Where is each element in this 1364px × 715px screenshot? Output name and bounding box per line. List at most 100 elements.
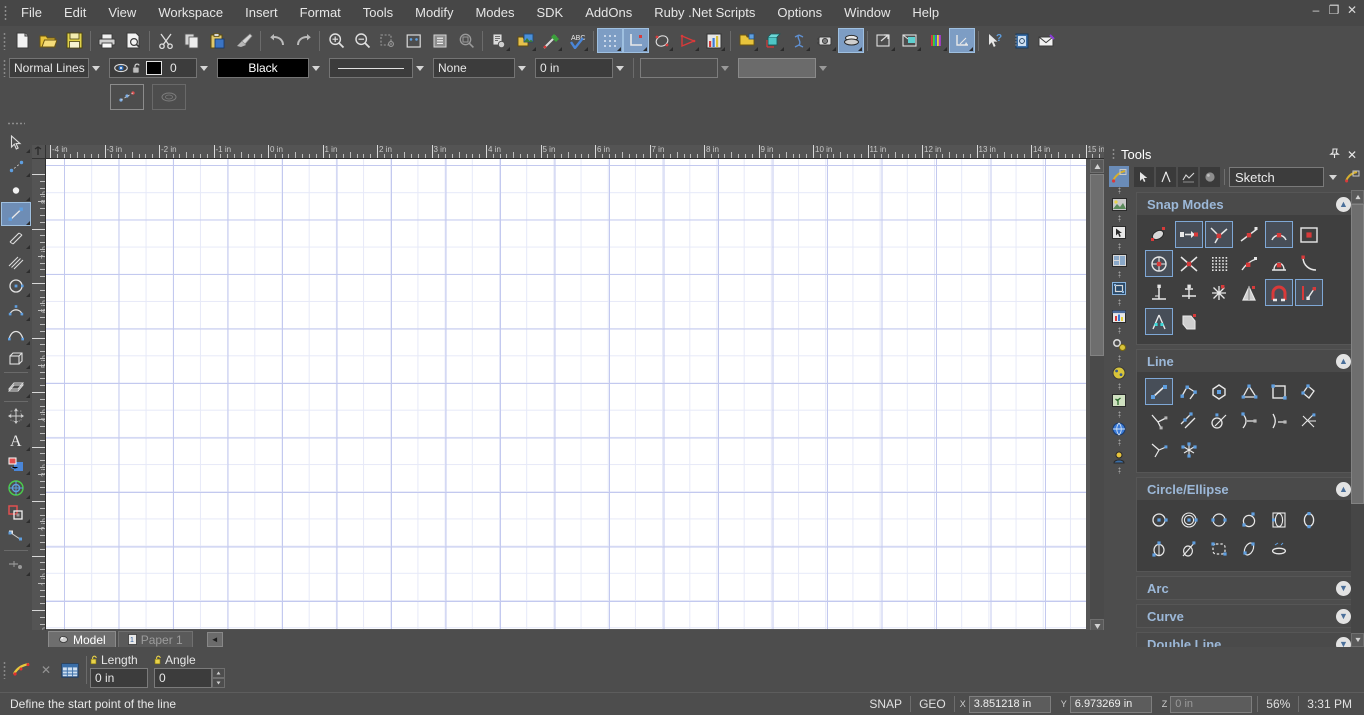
menu-addons[interactable]: AddOns bbox=[574, 2, 643, 24]
zoom-extents-icon[interactable] bbox=[401, 28, 427, 53]
line-triangle-icon[interactable] bbox=[1235, 378, 1263, 405]
circle-three-point-icon[interactable] bbox=[1235, 506, 1263, 533]
section-snap-modes-header[interactable]: Snap Modes ▲ bbox=[1137, 193, 1357, 215]
dropdown-corner-marker[interactable] bbox=[891, 47, 895, 51]
tools-settings-icon[interactable] bbox=[1342, 167, 1362, 187]
ellipse-flat-icon[interactable] bbox=[1265, 535, 1293, 562]
palette-icon[interactable] bbox=[923, 28, 949, 53]
dropdown-corner-marker[interactable] bbox=[558, 47, 562, 51]
zoom-level[interactable]: 56% bbox=[1258, 697, 1298, 711]
rail-architect[interactable] bbox=[1109, 446, 1129, 467]
ruler-origin-corner[interactable] bbox=[32, 145, 46, 159]
menu-ruby-net-scripts[interactable]: Ruby .Net Scripts bbox=[643, 2, 766, 24]
table-icon[interactable] bbox=[57, 657, 83, 683]
zoom-window-icon[interactable] bbox=[375, 28, 401, 53]
snap-nearest-icon[interactable] bbox=[1235, 250, 1263, 277]
shading-button[interactable] bbox=[152, 84, 186, 110]
line-style-combo[interactable] bbox=[329, 58, 413, 78]
canvas-vertical-scrollbar[interactable] bbox=[1090, 159, 1104, 633]
paste-icon[interactable] bbox=[205, 28, 231, 53]
copy-properties-icon[interactable] bbox=[486, 28, 512, 53]
length-field[interactable]: 0 in bbox=[90, 668, 148, 688]
new-icon[interactable] bbox=[9, 28, 35, 53]
zoom-in-icon[interactable] bbox=[323, 28, 349, 53]
flyout-corner-marker[interactable] bbox=[26, 543, 30, 547]
snap-center-icon[interactable] bbox=[1265, 221, 1293, 248]
flyout-corner-marker[interactable] bbox=[26, 365, 30, 369]
rail-landscape[interactable] bbox=[1109, 390, 1129, 411]
snap-midpoint-icon[interactable] bbox=[1235, 221, 1263, 248]
dropdown-corner-marker[interactable] bbox=[584, 47, 588, 51]
folder-open-icon[interactable] bbox=[734, 28, 760, 53]
dropdown-corner-marker[interactable] bbox=[695, 47, 699, 51]
tab-paper-1[interactable]: 1 Paper 1 bbox=[117, 631, 193, 647]
horizontal-ruler[interactable]: -4 in -3 in -2 in -1 in 0 in 1 in 2 in 3 in 4 in… bbox=[46, 145, 1104, 159]
dropdown-corner-marker[interactable] bbox=[943, 47, 947, 51]
tools-scroll-down[interactable] bbox=[1351, 633, 1364, 647]
line-tool[interactable] bbox=[1, 202, 31, 226]
point-tool[interactable] bbox=[1, 154, 31, 178]
spell-check-icon[interactable]: ABC bbox=[564, 28, 590, 53]
circle-two-point-icon[interactable] bbox=[1205, 506, 1233, 533]
box-tool[interactable] bbox=[1, 346, 31, 370]
select-mode-icon[interactable] bbox=[675, 28, 701, 53]
export-icon[interactable] bbox=[871, 28, 897, 53]
z-coordinate[interactable]: 0 in bbox=[1170, 695, 1253, 713]
line-radial-icon[interactable] bbox=[1175, 436, 1203, 463]
style-combo[interactable] bbox=[640, 58, 718, 78]
double-line-tool[interactable] bbox=[1, 226, 31, 250]
menu-file[interactable]: File bbox=[10, 2, 53, 24]
fill-combo[interactable] bbox=[738, 58, 816, 78]
tab-scroll-left-button[interactable]: ◄ bbox=[206, 632, 223, 647]
line-width-combo-arrow[interactable] bbox=[613, 58, 627, 78]
circle-tool[interactable] bbox=[1, 274, 31, 298]
notebook-icon[interactable] bbox=[1008, 28, 1034, 53]
coordinate-entry-icon[interactable] bbox=[9, 657, 35, 683]
menu-view[interactable]: View bbox=[97, 2, 147, 24]
circle-center-radius-icon[interactable] bbox=[1145, 506, 1173, 533]
flyout-corner-marker[interactable] bbox=[26, 341, 30, 345]
x-coordinate[interactable]: 3.851218 in bbox=[968, 695, 1051, 713]
style-combo-arrow[interactable] bbox=[718, 58, 732, 78]
chevron-down-icon[interactable]: ▼ bbox=[1336, 580, 1351, 596]
ellipse-icon[interactable] bbox=[1295, 506, 1323, 533]
tab-model[interactable]: Model bbox=[48, 631, 116, 647]
menu-sdk[interactable]: SDK bbox=[525, 2, 574, 24]
input-bar-grip[interactable] bbox=[0, 658, 9, 683]
dropdown-corner-marker[interactable] bbox=[806, 47, 810, 51]
flyout-corner-marker[interactable] bbox=[26, 269, 30, 273]
flyout-corner-marker[interactable] bbox=[26, 572, 30, 576]
color-combo-arrow[interactable] bbox=[309, 58, 323, 78]
polyline-icon[interactable] bbox=[1178, 167, 1198, 187]
multi-line-tool[interactable] bbox=[1, 250, 31, 274]
cut-icon[interactable] bbox=[153, 28, 179, 53]
save-icon[interactable] bbox=[61, 28, 87, 53]
dimension-tool[interactable] bbox=[1, 476, 31, 500]
line-parallel-icon[interactable] bbox=[1175, 407, 1203, 434]
zoom-previous-icon[interactable] bbox=[453, 28, 479, 53]
constraint-tool[interactable] bbox=[1, 524, 31, 548]
pen-index-combo-arrow[interactable] bbox=[197, 58, 211, 78]
snap-bounding-box-icon[interactable] bbox=[1295, 221, 1323, 248]
chevron-up-icon[interactable]: ▲ bbox=[1336, 481, 1351, 497]
rail-select[interactable] bbox=[1109, 222, 1129, 243]
maximize-button[interactable]: ❐ bbox=[1326, 2, 1342, 18]
ellipse-axis-icon[interactable] bbox=[1145, 535, 1173, 562]
open-icon[interactable] bbox=[35, 28, 61, 53]
rail-draw-tools[interactable] bbox=[1109, 166, 1129, 187]
snap-vertex-icon[interactable] bbox=[1205, 221, 1233, 248]
flyout-corner-marker[interactable] bbox=[26, 149, 30, 153]
menu-bar-grip[interactable] bbox=[0, 0, 10, 26]
ellipse-tangent-icon[interactable] bbox=[1175, 535, 1203, 562]
eyedropper-icon[interactable] bbox=[538, 28, 564, 53]
dropdown-corner-marker[interactable] bbox=[643, 47, 647, 51]
y-coordinate[interactable]: 6.973269 in bbox=[1069, 695, 1152, 713]
pin-icon[interactable] bbox=[1329, 147, 1340, 162]
camera-icon[interactable] bbox=[812, 28, 838, 53]
zoom-page-icon[interactable] bbox=[427, 28, 453, 53]
line-rectangle-icon[interactable] bbox=[1265, 378, 1293, 405]
sketch-mode-combo-arrow[interactable] bbox=[1326, 167, 1340, 187]
curve-tool[interactable] bbox=[1, 322, 31, 346]
line-offset-icon[interactable] bbox=[1265, 407, 1293, 434]
fill-combo-arrow[interactable] bbox=[816, 58, 830, 78]
